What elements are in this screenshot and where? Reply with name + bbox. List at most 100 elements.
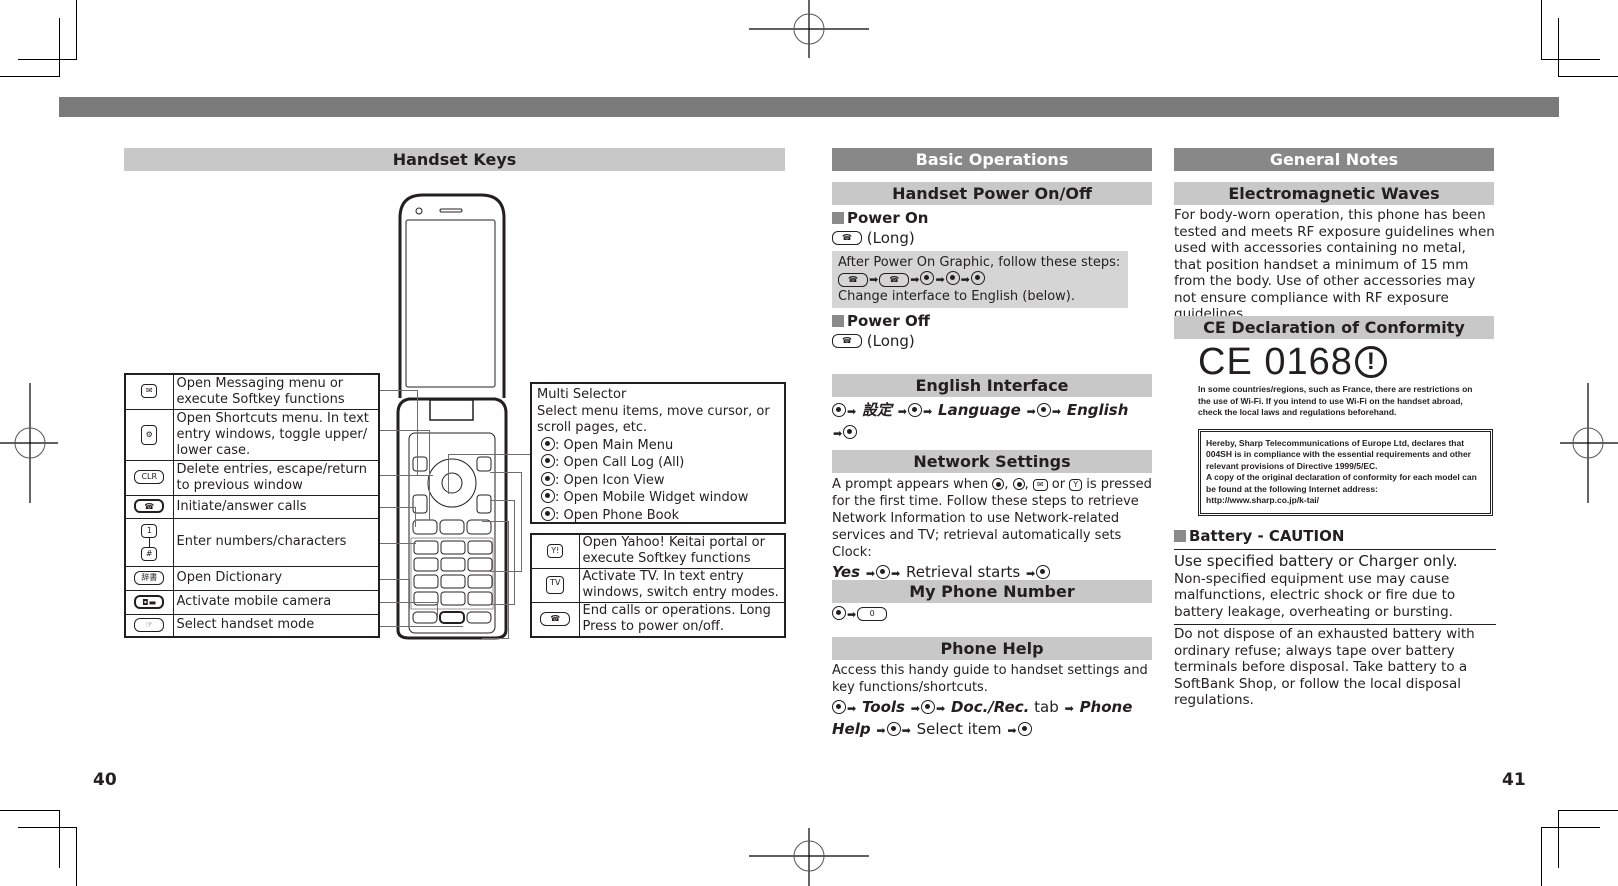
end-key-icon: ☎ [540, 611, 571, 626]
camera-key-icon: ◘▬ [134, 594, 165, 609]
table-row: ☞ Select handset mode [124, 613, 380, 638]
power-on-key-sequence: ☎ ➡ ☎ ➡ ➡ ➡ [838, 271, 1122, 288]
ce-section: CE 0168 ! In some countries/regions, suc… [1198, 342, 1498, 516]
multi-selector-item: : Open Main Menu [537, 436, 779, 455]
battery-text-2: Do not dispose of an exhausted battery w… [1174, 626, 1475, 708]
english-steps: ➡ 設定 ➡ ➡ Language ➡ ➡ English ➡ [832, 400, 1152, 444]
crop-mark [76, 827, 77, 886]
battery-section: Battery - CAUTION Use specified battery … [1174, 528, 1496, 709]
center-press-icon [920, 271, 935, 285]
center-press-icon [1017, 722, 1032, 736]
declaration-url[interactable]: http://www.sharp.co.jp/k-tai/ [1206, 495, 1485, 507]
end-key-icon: ☎ [838, 272, 868, 287]
subsection-title-english: English Interface [832, 374, 1152, 397]
mail-key-icon: ✉ [1032, 478, 1048, 491]
center-press-icon [832, 403, 846, 417]
key-table-left: ✉ Open Messaging menu or execute Softkey… [124, 373, 380, 638]
leader-line [378, 543, 416, 544]
power-on-label: Power On [847, 209, 929, 227]
up-press-icon [541, 489, 555, 503]
section-title-handset-keys: Handset Keys [124, 148, 785, 171]
arrow-icon: ➡ [847, 702, 857, 715]
crop-mark [18, 827, 77, 828]
yahoo-key-icon: Y! [547, 543, 564, 558]
dictionary-key-icon: 辞書 [134, 570, 165, 585]
ce-mark: CE 0168 [1198, 341, 1353, 383]
arrow-icon: ➡ [897, 405, 908, 418]
subsection-title-em-waves: Electromagnetic Waves [1174, 182, 1494, 205]
tv-key-icon: TV [546, 576, 565, 594]
crop-mark [59, 18, 60, 76]
subsection-title-network: Network Settings [832, 450, 1152, 473]
multi-selector-title: Multi Selector [537, 387, 627, 402]
call-key-icon: ☎ [134, 499, 165, 513]
arrow-icon: ➡ [910, 273, 920, 286]
crop-mark [1541, 59, 1600, 60]
wifi-note: In some countries/regions, such as Franc… [1198, 384, 1473, 417]
key-description: Activate mobile camera [172, 589, 380, 615]
center-press-icon [908, 403, 923, 417]
leader-line [482, 521, 509, 639]
end-key-icon: ☎ [832, 334, 862, 348]
em-waves-text: For body-worn operation, this phone has … [1174, 207, 1495, 322]
key-description: Open Shortcuts menu. In text entry windo… [172, 408, 380, 461]
arrow-icon: ➡ [869, 273, 879, 286]
table-row: ☎ Initiate/answer calls [124, 494, 380, 519]
multi-selector-description: Select menu items, move cursor, or scrol… [537, 403, 770, 436]
mail-key-icon: ✉ [141, 384, 158, 399]
leader-line [378, 507, 416, 527]
subsection-title-my-number: My Phone Number [832, 580, 1152, 603]
crop-mark [1558, 18, 1559, 76]
key-description: Open Dictionary [172, 565, 380, 591]
divider [1174, 624, 1496, 625]
table-row: ✉ Open Messaging menu or execute Softkey… [124, 373, 380, 410]
arrow-icon: ➡ [1007, 724, 1017, 737]
crop-mark [1558, 76, 1618, 77]
power-off-label: Power Off [847, 312, 930, 330]
page-header-bar [59, 97, 1559, 117]
battery-title: Battery - CAUTION [1189, 527, 1345, 545]
power-off-step: (Long) [866, 331, 915, 350]
subsection-title-phone-help: Phone Help [832, 637, 1152, 660]
multi-selector-item: : Open Icon View [537, 471, 779, 490]
power-on-step: (Long) [866, 228, 915, 247]
key-description: Enter numbers/characters [172, 517, 380, 567]
range-connector [148, 537, 150, 547]
key-hash-icon: # [141, 546, 158, 561]
power-section: Power On ☎ (Long) After Power On Graphic… [832, 210, 1152, 349]
alert-icon: ! [1354, 346, 1387, 378]
crop-mark [1541, 827, 1542, 886]
square-bullet-icon [1174, 530, 1186, 542]
arrow-icon: ➡ [935, 702, 946, 715]
registration-mark-bottom [749, 828, 869, 886]
crop-mark [0, 76, 60, 77]
down-press-icon [541, 506, 555, 521]
page-number-left: 40 [93, 770, 117, 790]
crop-mark [1558, 810, 1618, 811]
clear-key-icon: CLR [134, 470, 165, 484]
crop-mark [76, 0, 77, 60]
end-key-icon: ☎ [879, 272, 910, 287]
subsection-title-power: Handset Power On/Off [832, 182, 1152, 205]
arrow-icon: ➡ [1026, 405, 1036, 418]
phone-upper-housing [398, 193, 506, 398]
center-press-icon [992, 478, 1005, 490]
phone-help-steps: ➡ Tools ➡ ➡ Doc./Rec. tab ➡ Phone Help ➡ ➡… [832, 697, 1154, 741]
page-number-right: 41 [1502, 770, 1526, 790]
key-description: Open Messaging menu or execute Softkey f… [172, 373, 380, 410]
multi-selector-item: : Open Mobile Widget window [537, 489, 779, 507]
arrow-icon: ➡ [833, 427, 843, 440]
registration-mark-top [749, 0, 869, 58]
registration-mark-right [1560, 383, 1618, 503]
leader-line [378, 626, 463, 627]
up-press-icon [1012, 478, 1025, 490]
mode-key-icon: ☞ [134, 617, 165, 632]
key-table-right: Y! Open Yahoo! Keitai portal or execute … [530, 533, 786, 638]
crop-mark [1541, 0, 1542, 60]
arrow-icon: ➡ [1051, 405, 1062, 418]
key-description: Initiate/answer calls [172, 494, 380, 519]
table-row: ☎ End calls or operations. Long Press to… [530, 601, 786, 638]
arrow-icon: ➡ [923, 405, 933, 418]
phone-help-text: Access this handy guide to handset setti… [832, 662, 1154, 741]
battery-text-1: Non-specified equipment use may cause ma… [1174, 570, 1456, 620]
